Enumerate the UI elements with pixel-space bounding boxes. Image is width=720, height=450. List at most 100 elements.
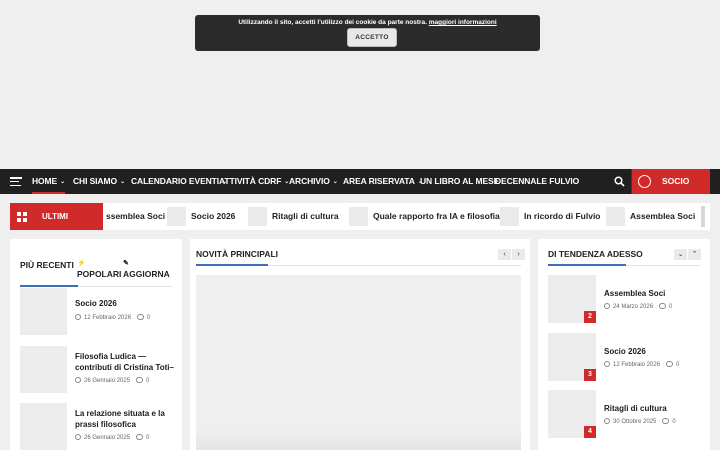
article-date: 12 Febbraio 2026 <box>613 362 661 368</box>
comment-count[interactable]: 0 <box>147 315 150 321</box>
ticker-thumbnail[interactable] <box>167 207 186 226</box>
ticker-thumbnail[interactable] <box>349 207 368 226</box>
nav-item-un-libro-al-mese[interactable]: UN LIBRO AL MESE <box>420 169 499 194</box>
list-item[interactable]: Filosofia Ludica — contributi di Cristin… <box>20 346 175 394</box>
rank-badge: 3 <box>584 369 596 381</box>
comment-count[interactable]: 0 <box>146 435 149 441</box>
section-title: NOVITÀ PRINCIPALI <box>196 249 279 259</box>
comment-icon <box>666 361 674 367</box>
cookie-text: Utilizzando il sito, accetti l'utilizzo … <box>238 19 427 26</box>
nav-item-calendario-eventi[interactable]: CALENDARIO EVENTI ⌄ <box>131 169 227 194</box>
article-title[interactable]: Assemblea Soci <box>604 289 665 298</box>
grid-icon <box>17 212 27 222</box>
pencil-icon: ✎ <box>123 260 129 267</box>
main-navbar: HOME ⌄ CHI SIAMO ⌄ CALENDARIO EVENTI ⌄ ATTI… <box>0 169 720 211</box>
cookie-banner: Utilizzando il sito, accetti l'utilizzo … <box>195 15 540 51</box>
clock-icon <box>604 418 610 424</box>
ticker-item[interactable]: Quale rapporto fra IA e filosofia? <box>373 203 505 230</box>
ticker-thumbnail[interactable] <box>606 207 625 226</box>
featured-slide-image[interactable] <box>196 275 521 450</box>
article-meta: 26 Gennaio 2025 0 <box>75 377 149 384</box>
article-title[interactable]: Socio 2026 <box>75 298 175 309</box>
circle-icon <box>638 175 651 188</box>
lightning-icon: ⚡ <box>77 260 86 267</box>
clock-icon <box>75 377 81 383</box>
article-meta: 24 Marzo 2026 0 <box>604 303 672 310</box>
cookie-more-link[interactable]: maggiori informazioni <box>429 19 497 26</box>
comment-count[interactable]: 0 <box>669 304 672 310</box>
rank-badge: 4 <box>584 426 596 438</box>
comment-icon <box>662 418 670 424</box>
socio-2026-button[interactable]: SOCIO 2026 <box>632 169 710 211</box>
search-icon[interactable] <box>614 176 625 187</box>
cookie-accept-button[interactable]: ACCETTO <box>347 28 397 47</box>
trending-item[interactable]: 4 Ritagli di cultura 30 Ottobre 2025 0 <box>548 390 700 438</box>
ticker-item[interactable]: ssemblea Soci <box>106 203 165 230</box>
nav-label: ARCHIVIO <box>289 176 330 186</box>
nav-item-chi-siamo[interactable]: CHI SIAMO ⌄ <box>73 169 125 194</box>
clock-icon <box>75 434 81 440</box>
article-title[interactable]: La relazione situata e la prassi filosof… <box>75 408 175 430</box>
active-tab-indicator <box>20 285 78 287</box>
scroll-down-button[interactable]: ⌄ <box>674 249 687 260</box>
nav-item-home[interactable]: HOME ⌄ <box>32 169 65 194</box>
scroll-up-button[interactable]: ⌃ <box>688 249 701 260</box>
article-title[interactable]: Socio 2026 <box>604 347 646 356</box>
ticker-item[interactable]: Socio 2026 <box>191 203 235 230</box>
trending-panel: DI TENDENZA ADESSO ⌄ ⌃ 2 Assemblea Soci … <box>538 239 710 450</box>
nav-label: DECENNALE FULVIO <box>495 176 580 186</box>
nav-label: HOME <box>32 176 58 186</box>
tab-aggiorna[interactable]: ✎ AGGIORNA <box>123 259 170 281</box>
article-meta: 12 Febbraio 2026 0 <box>604 361 679 368</box>
ticker-item[interactable]: Ritagli di cultura <box>272 203 339 230</box>
main-news-panel: NOVITÀ PRINCIPALI ‹ › <box>190 239 530 450</box>
trending-item[interactable]: 2 Assemblea Soci 24 Marzo 2026 0 <box>548 275 700 323</box>
ticker-label: ULTIMI ARTICOLI <box>10 203 103 230</box>
comment-count[interactable]: 0 <box>676 362 679 368</box>
comment-count[interactable]: 0 <box>146 378 149 384</box>
nav-label: CALENDARIO EVENTI <box>131 176 220 186</box>
rank-badge: 2 <box>584 311 596 323</box>
ticker-item[interactable]: Assemblea Soci <box>630 203 695 230</box>
nav-item-area-riservata[interactable]: AREA RISERVATA ⌄ <box>343 169 423 194</box>
ticker-thumbnail[interactable] <box>248 207 267 226</box>
list-item[interactable]: Socio 2026 12 Febbraio 2026 0 <box>20 288 172 336</box>
comment-icon <box>136 377 144 383</box>
latest-articles-ticker: ULTIMI ARTICOLI ssemblea Soci Socio 2026… <box>10 203 710 230</box>
nav-item-attivita-cdrf[interactable]: ATTIVITÀ CDRF ⌄ <box>219 169 289 194</box>
article-thumbnail[interactable] <box>20 346 67 393</box>
tab-popolari[interactable]: ⚡ POPOLARI <box>77 259 121 281</box>
ticker-title: ULTIMI ARTICOLI <box>42 212 69 221</box>
prev-slide-button[interactable]: ‹ <box>498 249 511 260</box>
comment-count[interactable]: 0 <box>672 419 675 425</box>
comment-icon <box>136 434 144 440</box>
nav-label: CHI SIAMO <box>73 176 117 186</box>
clock-icon <box>75 314 81 320</box>
section-accent-bar <box>196 264 268 266</box>
article-meta: 30 Ottobre 2025 0 <box>604 418 676 425</box>
trending-item[interactable]: 3 Socio 2026 12 Febbraio 2026 0 <box>548 333 700 381</box>
nav-item-archivio[interactable]: ARCHIVIO ⌄ <box>289 169 338 194</box>
article-meta: 26 Gennaio 2025 0 <box>75 434 149 441</box>
article-title[interactable]: Ritagli di cultura <box>604 404 667 413</box>
comment-icon <box>659 303 667 309</box>
tab-piu-recenti[interactable]: PIÙ RECENTI <box>20 259 76 272</box>
nav-item-decennale-fulvio[interactable]: DECENNALE FULVIO <box>495 169 579 194</box>
cookie-message: Utilizzando il sito, accetti l'utilizzo … <box>195 19 540 26</box>
article-thumbnail[interactable] <box>20 403 67 450</box>
nav-label: AREA RISERVATA <box>343 176 415 186</box>
ticker-thumbnail[interactable] <box>500 207 519 226</box>
next-slide-button[interactable]: › <box>512 249 525 260</box>
comment-icon <box>137 314 145 320</box>
list-item[interactable]: La relazione situata e la prassi filosof… <box>20 403 172 450</box>
clock-icon <box>604 303 610 309</box>
tab-label: AGGIORNA <box>123 269 170 279</box>
hamburger-menu-icon[interactable] <box>10 177 22 187</box>
ticker-item[interactable]: In ricordo di Fulvio <box>524 203 601 230</box>
article-title[interactable]: Filosofia Ludica — contributi di Cristin… <box>75 351 175 373</box>
article-date: 26 Gennaio 2025 <box>84 378 131 384</box>
article-date: 30 Ottobre 2025 <box>613 419 657 425</box>
article-thumbnail[interactable] <box>20 288 67 335</box>
section-title: DI TENDENZA ADESSO <box>548 249 643 259</box>
chevron-down-icon: ⌄ <box>332 179 338 185</box>
